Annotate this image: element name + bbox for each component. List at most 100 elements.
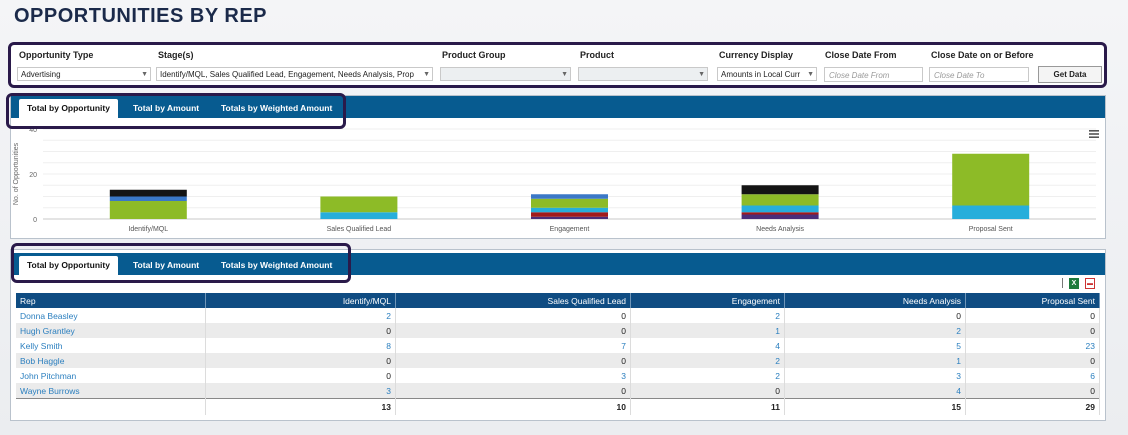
count-link[interactable]: 6 <box>965 368 1100 383</box>
rep-table: Rep Identify/MQL Sales Qualified Lead En… <box>16 293 1100 415</box>
count-link[interactable]: 1 <box>784 353 966 368</box>
chevron-down-icon: ▼ <box>698 71 705 78</box>
count-link[interactable]: 2 <box>630 368 785 383</box>
x-tick-label: Identify/MQL <box>128 226 168 233</box>
count-link[interactable]: 3 <box>205 383 396 399</box>
count-link[interactable]: 5 <box>784 338 966 353</box>
product-select[interactable]: ▼ <box>578 67 708 81</box>
x-tick-label: Needs Analysis <box>756 226 804 233</box>
count-cell: 0 <box>965 383 1100 399</box>
count-cell: 0 <box>965 308 1100 323</box>
total-cell: 10 <box>395 398 631 415</box>
count-link[interactable]: 2 <box>205 308 396 323</box>
table-row: Kelly Smith 8 7 4 5 23 <box>16 338 1100 353</box>
table-row: Bob Haggle 0 0 2 1 0 <box>16 353 1100 368</box>
totals-label-cell <box>16 398 206 415</box>
count-link[interactable]: 23 <box>965 338 1100 353</box>
bar-segment <box>741 212 819 215</box>
bar-segment <box>741 185 819 195</box>
count-link[interactable]: 2 <box>630 308 785 323</box>
x-tick-label: Engagement <box>550 226 590 233</box>
close-date-to-input[interactable]: Close Date To <box>929 67 1029 82</box>
rep-name-link[interactable]: Kelly Smith <box>16 338 206 353</box>
excel-export-icon[interactable]: X <box>1069 277 1079 289</box>
total-cell: 11 <box>630 398 785 415</box>
count-link[interactable]: 1 <box>630 323 785 338</box>
bar-segment <box>109 189 187 197</box>
count-link[interactable]: 3 <box>784 368 966 383</box>
bar-segment <box>531 198 608 208</box>
totals-row: 13 10 11 15 29 <box>16 398 1100 415</box>
count-cell: 0 <box>965 323 1100 338</box>
column-header-engagement[interactable]: Engagement <box>630 293 785 308</box>
column-header-proposal-sent[interactable]: Proposal Sent <box>965 293 1100 308</box>
total-cell: 29 <box>965 398 1100 415</box>
total-cell: 13 <box>205 398 396 415</box>
rep-name-link[interactable]: Bob Haggle <box>16 353 206 368</box>
currency-value: Amounts in Local Curr <box>721 70 801 79</box>
table-tabs-highlight <box>11 243 351 283</box>
close-date-from-input[interactable]: Close Date From <box>824 67 923 82</box>
count-cell: 0 <box>205 323 396 338</box>
bar-segment <box>109 201 187 219</box>
count-link[interactable]: 3 <box>395 368 631 383</box>
rep-name-link[interactable]: Wayne Burrows <box>16 383 206 399</box>
column-header-identify-mql[interactable]: Identify/MQL <box>205 293 396 308</box>
count-link[interactable]: 4 <box>784 383 966 399</box>
pdf-export-icon[interactable]: ▬ <box>1085 277 1095 289</box>
rep-name-link[interactable]: Hugh Grantley <box>16 323 206 338</box>
table-row: John Pitchman 0 3 2 3 6 <box>16 368 1100 383</box>
opportunities-chart: 02040No. of OpportunitiesIdentify/MQL Sal… <box>13 127 1096 233</box>
bar-segment <box>952 205 1030 219</box>
y-tick-label: 0 <box>33 217 37 224</box>
bar-segment <box>320 196 398 213</box>
export-toolbar: X ▬ <box>1062 277 1095 289</box>
product-group-label: Product Group <box>442 50 506 60</box>
count-cell: 0 <box>395 323 631 338</box>
chevron-down-icon: ▼ <box>423 71 430 78</box>
close-date-from-label: Close Date From <box>825 50 897 60</box>
bar-segment <box>531 194 608 199</box>
bar-segment <box>531 207 608 213</box>
currency-select[interactable]: Amounts in Local Curr ▼ <box>717 67 817 81</box>
count-cell: 0 <box>784 308 966 323</box>
count-link[interactable]: 7 <box>395 338 631 353</box>
bar-segment <box>109 196 187 201</box>
product-group-select[interactable]: ▼ <box>440 67 571 81</box>
column-header-rep[interactable]: Rep <box>16 293 206 308</box>
bar-segment <box>531 216 608 219</box>
table-row: Donna Beasley 2 0 2 0 0 <box>16 308 1100 323</box>
stages-select[interactable]: Identify/MQL, Sales Qualified Lead, Enga… <box>156 67 433 81</box>
stages-label: Stage(s) <box>158 50 194 60</box>
chevron-down-icon: ▼ <box>807 71 814 78</box>
rep-name-link[interactable]: John Pitchman <box>16 368 206 383</box>
product-label: Product <box>580 50 615 60</box>
count-link[interactable]: 8 <box>205 338 396 353</box>
table-row: Hugh Grantley 0 0 1 2 0 <box>16 323 1100 338</box>
y-tick-label: 20 <box>29 172 37 179</box>
count-cell: 0 <box>630 383 785 399</box>
count-link[interactable]: 2 <box>630 353 785 368</box>
currency-label: Currency Display <box>719 50 794 60</box>
chevron-down-icon: ▼ <box>141 71 148 78</box>
count-cell: 0 <box>205 368 396 383</box>
bar-segment <box>952 153 1030 206</box>
x-tick-label: Sales Qualified Lead <box>327 226 392 233</box>
opportunity-type-select[interactable]: Advertising ▼ <box>17 67 151 81</box>
x-tick-label: Proposal Sent <box>969 226 1013 233</box>
get-data-button[interactable]: Get Data <box>1038 66 1102 83</box>
stages-value: Identify/MQL, Sales Qualified Lead, Enga… <box>160 70 414 79</box>
count-link[interactable]: 4 <box>630 338 785 353</box>
column-header-needs-analysis[interactable]: Needs Analysis <box>784 293 966 308</box>
count-link[interactable]: 2 <box>784 323 966 338</box>
y-axis-title: No. of Opportunities <box>13 142 20 205</box>
chart-tabs-highlight <box>6 93 346 129</box>
bar-segment <box>741 214 819 219</box>
hamburger-menu-icon[interactable] <box>1089 130 1099 138</box>
table-row: Wayne Burrows 3 0 0 4 0 <box>16 383 1100 399</box>
count-cell: 0 <box>395 383 631 399</box>
column-header-sales-qualified-lead[interactable]: Sales Qualified Lead <box>395 293 631 308</box>
rep-name-link[interactable]: Donna Beasley <box>16 308 206 323</box>
table-header-row: Rep Identify/MQL Sales Qualified Lead En… <box>16 293 1100 308</box>
filter-bar: Opportunity Type Advertising ▼ Stage(s) … <box>8 42 1107 88</box>
